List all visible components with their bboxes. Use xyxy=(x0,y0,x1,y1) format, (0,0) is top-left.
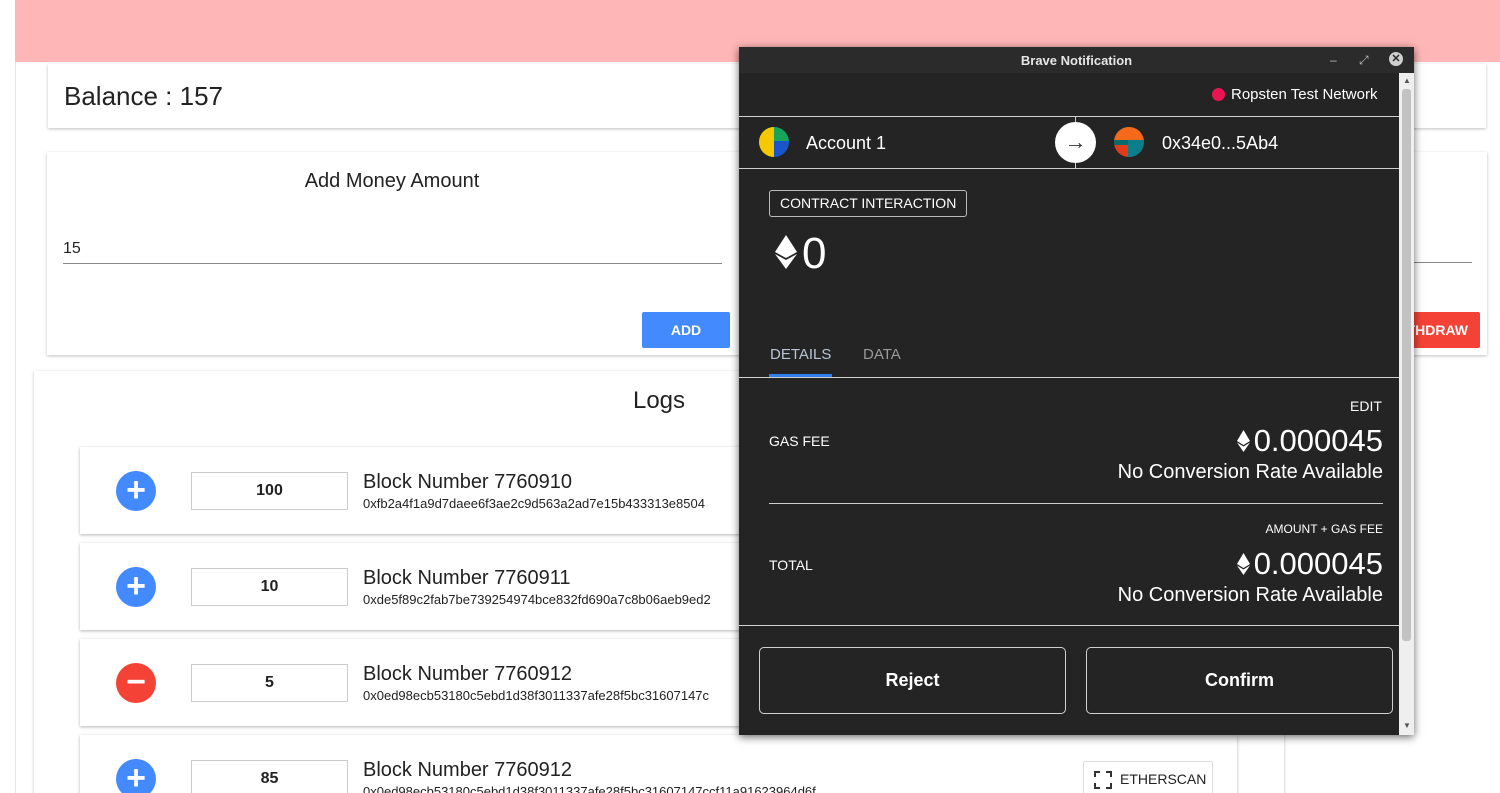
amount-gas-label: AMOUNT + GAS FEE xyxy=(1265,522,1383,536)
network-name: Ropsten Test Network xyxy=(1231,86,1378,103)
recipient-avatar xyxy=(1114,127,1144,157)
reject-button[interactable]: Reject xyxy=(759,647,1066,714)
gas-fee-value: 0.000045 xyxy=(1236,423,1383,459)
window-titlebar[interactable]: Brave Notification – ⤢ ✕ xyxy=(739,47,1414,73)
total-label: TOTAL xyxy=(769,557,813,573)
maximize-icon[interactable]: ⤢ xyxy=(1359,53,1369,67)
tab-bar: DETAILS DATA xyxy=(739,342,1399,378)
account-row: Account 1 → 0x34e0...5Ab4 xyxy=(739,117,1399,169)
contract-interaction-badge: CONTRACT INTERACTION xyxy=(769,190,968,217)
log-amount: 5 xyxy=(191,664,348,702)
log-amount: 10 xyxy=(191,568,348,606)
transaction-amount: 0 xyxy=(802,229,827,278)
minimize-icon[interactable]: – xyxy=(1330,53,1337,67)
active-tab-indicator xyxy=(769,374,832,377)
etherscan-label: ETHERSCAN xyxy=(1120,771,1207,787)
footer-divider xyxy=(739,625,1399,626)
log-item: + 85 Block Number 7760912 0x0ed98ecb5318… xyxy=(80,735,1237,793)
log-block-number: Block Number 7760910 xyxy=(363,471,573,493)
add-button[interactable]: ADD xyxy=(642,312,730,348)
minus-icon: − xyxy=(116,663,156,703)
scrollbar-thumb[interactable] xyxy=(1402,89,1411,641)
gas-fee-amount: 0.000045 xyxy=(1253,423,1383,458)
edit-link[interactable]: EDIT xyxy=(1350,398,1382,414)
log-amount: 85 xyxy=(191,760,348,793)
network-indicator: Ropsten Test Network xyxy=(739,73,1399,117)
log-block-number: Block Number 7760912 xyxy=(363,759,573,781)
ethereum-icon xyxy=(1236,430,1250,452)
log-tx-hash: 0x0ed98ecb53180c5ebd1d38f3011337afe28f5b… xyxy=(363,784,816,793)
scroll-down-icon[interactable]: ▼ xyxy=(1403,721,1411,730)
page-edge xyxy=(15,62,16,793)
plus-icon: + xyxy=(116,567,156,607)
brave-notification-window: Brave Notification – ⤢ ✕ Ropsten Test Ne… xyxy=(739,47,1414,735)
close-icon[interactable]: ✕ xyxy=(1389,52,1403,66)
add-money-input[interactable] xyxy=(63,234,722,264)
gas-fee-conversion: No Conversion Rate Available xyxy=(1117,461,1383,483)
network-status-dot xyxy=(1212,88,1225,101)
ethereum-icon xyxy=(1236,553,1250,575)
gas-fee-label: GAS FEE xyxy=(769,433,830,449)
total-value: 0.000045 xyxy=(1236,546,1383,582)
tab-details[interactable]: DETAILS xyxy=(770,346,831,363)
withdraw-input-underline xyxy=(1412,262,1472,263)
balance-label: Balance : 157 xyxy=(64,81,224,111)
plus-icon: + xyxy=(116,471,156,511)
vertical-scrollbar[interactable]: ▲ ▼ xyxy=(1399,73,1414,735)
fullscreen-icon xyxy=(1094,771,1112,789)
scroll-up-icon[interactable]: ▲ xyxy=(1403,76,1411,85)
add-money-title: Add Money Amount xyxy=(304,170,480,192)
account-avatar xyxy=(759,127,789,157)
total-conversion: No Conversion Rate Available xyxy=(1117,584,1383,606)
total-amount: 0.000045 xyxy=(1253,546,1383,581)
ethereum-icon xyxy=(775,235,797,269)
to-address: 0x34e0...5Ab4 xyxy=(1162,133,1279,153)
log-block-number: Block Number 7760912 xyxy=(363,663,573,685)
confirm-button[interactable]: Confirm xyxy=(1086,647,1393,714)
log-amount: 100 xyxy=(191,472,348,510)
etherscan-button[interactable]: ETHERSCAN xyxy=(1083,761,1213,793)
tab-data[interactable]: DATA xyxy=(863,346,901,363)
plus-icon: + xyxy=(116,759,156,793)
arrow-right-icon: → xyxy=(1055,122,1096,163)
log-block-number: Block Number 7760911 xyxy=(363,567,571,589)
from-account-name: Account 1 xyxy=(806,133,887,153)
section-divider xyxy=(769,503,1383,504)
window-title: Brave Notification xyxy=(1020,53,1133,68)
